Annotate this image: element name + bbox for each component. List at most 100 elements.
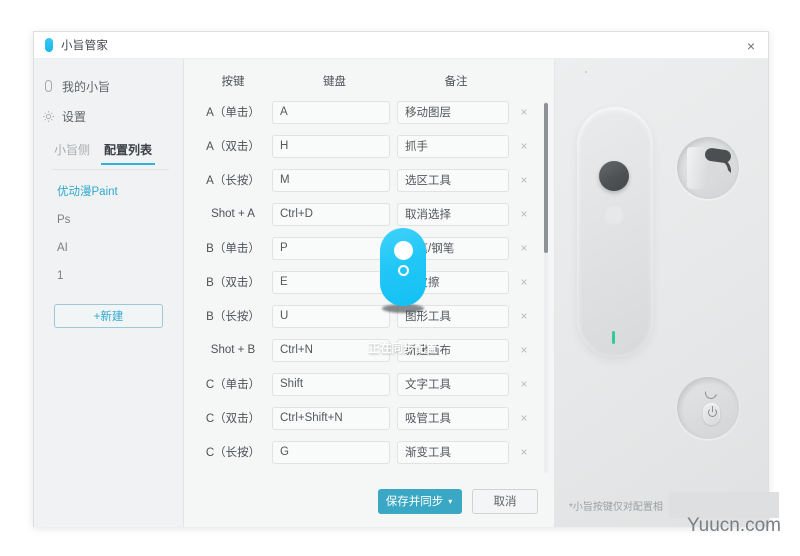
title-bar: 小旨管家 × <box>34 32 768 59</box>
keyboard-input[interactable]: E <box>272 270 390 294</box>
table-row: B（双击） E 橡皮擦 × <box>194 265 554 299</box>
keyboard-input[interactable]: U <box>272 304 390 328</box>
delete-row-icon[interactable]: × <box>509 309 539 323</box>
keyboard-input[interactable]: H <box>272 134 390 158</box>
sidebar-item-settings-label: 设置 <box>62 109 87 124</box>
table-row: C（长按） G 渐变工具 × <box>194 435 554 469</box>
table-row: B（单击） P 画笔/钢笔 × <box>194 231 554 265</box>
device-icon <box>41 79 56 94</box>
device-panel-note: *小旨按键仅对配置相 <box>569 502 663 513</box>
remark-input[interactable]: 文字工具 <box>397 372 509 396</box>
window-title: 小旨管家 <box>61 40 109 52</box>
row-button-label: A（长按） <box>206 175 260 187</box>
table-scrollbar-track[interactable] <box>544 101 548 473</box>
row-button-label: Shot + A <box>211 208 255 220</box>
table-scrollbar-thumb[interactable] <box>544 103 548 253</box>
dialog-footer: 保存并同步 ▾ 取消 <box>184 475 554 527</box>
row-button-label: C（单击） <box>205 379 261 391</box>
save-and-sync-label: 保存并同步 <box>385 496 444 508</box>
keyboard-input[interactable]: M <box>272 168 390 192</box>
table-row: A（单击） A 移动图层 × <box>194 95 554 129</box>
delete-row-icon[interactable]: × <box>509 207 539 221</box>
row-button-label: A（双击） <box>206 141 260 153</box>
screenshot-root: 小旨管家 × 我的小旨 设置 小旨侧 配置列表 优动漫Paint Ps AI 1… <box>0 0 800 556</box>
app-window: 小旨管家 × 我的小旨 设置 小旨侧 配置列表 优动漫Paint Ps AI 1… <box>33 31 769 527</box>
delete-row-icon[interactable]: × <box>509 241 539 255</box>
chevron-down-icon: ▾ <box>448 496 453 506</box>
panel-speck <box>585 71 587 73</box>
device-secondary-button <box>603 204 625 226</box>
remark-input[interactable]: 移动图层 <box>397 100 509 124</box>
table-row: B（长按） U 图形工具 × <box>194 299 554 333</box>
row-button-label: C（长按） <box>205 447 261 459</box>
sidebar-item-settings[interactable]: 设置 <box>34 101 183 131</box>
keyboard-input[interactable]: Ctrl+Shift+N <box>272 406 390 430</box>
tab-config-list[interactable]: 配置列表 <box>101 141 156 165</box>
device-body-illustration <box>577 107 653 357</box>
keyboard-input[interactable]: G <box>272 440 390 464</box>
device-knob-icon <box>599 161 629 191</box>
column-header-button: 按键 <box>221 76 245 88</box>
remark-input[interactable]: 渐变工具 <box>397 440 509 464</box>
column-header-keyboard: 键盘 <box>323 76 346 88</box>
save-and-sync-button[interactable]: 保存并同步 ▾ <box>378 488 462 514</box>
table-row: Shot + B Ctrl+N 新建画布 × <box>194 333 554 367</box>
remark-input[interactable]: 画笔/钢笔 <box>397 236 509 260</box>
tab-device-side[interactable]: 小旨侧 <box>54 141 90 165</box>
table-scroll-area: A（单击） A 移动图层 × A（双击） H 抓手 × A（长按） M 选区工具 × Shot + AC… <box>184 95 554 475</box>
row-button-label: C（双击） <box>205 413 261 425</box>
delete-row-icon[interactable]: × <box>509 411 539 425</box>
table-row: A（双击） H 抓手 × <box>194 129 554 163</box>
device-led-indicator <box>612 331 615 344</box>
device-clip-inset <box>677 137 739 199</box>
delete-row-icon[interactable]: × <box>509 377 539 391</box>
delete-row-icon[interactable]: × <box>509 275 539 289</box>
delete-row-icon[interactable]: × <box>509 445 539 459</box>
remark-input[interactable]: 图形工具 <box>397 304 509 328</box>
keyboard-input[interactable]: Ctrl+N <box>272 338 390 362</box>
config-item-1[interactable]: 1 <box>34 262 183 290</box>
device-power-inset <box>677 377 739 439</box>
row-button-label: B（单击） <box>206 243 260 255</box>
table-row: Shot + A Ctrl+D 取消选择 × <box>194 197 554 231</box>
device-preview-panel: *小旨按键仅对配置相 <box>554 59 768 527</box>
remark-input[interactable]: 橡皮擦 <box>397 270 509 294</box>
config-list: 优动漫Paint Ps AI 1 <box>34 178 183 290</box>
keyboard-input[interactable]: Ctrl+D <box>272 202 390 226</box>
delete-row-icon[interactable]: × <box>509 343 539 357</box>
sidebar-tabs: 小旨侧 配置列表 <box>34 141 183 169</box>
close-icon[interactable]: × <box>734 32 768 59</box>
column-header-remark: 备注 <box>444 76 468 88</box>
keyboard-input[interactable]: Shift <box>272 372 390 396</box>
window-body: 我的小旨 设置 小旨侧 配置列表 优动漫Paint Ps AI 1 +新建 按键… <box>34 59 768 527</box>
cancel-button[interactable]: 取消 <box>472 488 538 514</box>
remark-input[interactable]: 取消选择 <box>397 202 509 226</box>
remark-input[interactable]: 吸管工具 <box>397 406 509 430</box>
delete-row-icon[interactable]: × <box>509 105 539 119</box>
row-button-label: A（单击） <box>206 107 260 119</box>
watermark-text: Yuucn.com <box>687 515 781 536</box>
table-row: C（单击） Shift 文字工具 × <box>194 367 554 401</box>
row-button-label: B（双击） <box>206 277 260 289</box>
gear-icon <box>41 109 56 124</box>
remark-input[interactable]: 新建画布 <box>397 338 509 362</box>
table-row: A（长按） M 选区工具 × <box>194 163 554 197</box>
keyboard-input[interactable]: A <box>272 100 390 124</box>
tab-divider <box>52 169 169 170</box>
row-button-label: Shot + B <box>210 344 256 356</box>
sidebar: 我的小旨 设置 小旨侧 配置列表 优动漫Paint Ps AI 1 +新建 <box>34 59 184 527</box>
config-item-youdongman-paint[interactable]: 优动漫Paint <box>34 178 183 206</box>
new-config-button[interactable]: +新建 <box>54 304 163 328</box>
config-item-ai[interactable]: AI <box>34 234 183 262</box>
remark-input[interactable]: 选区工具 <box>397 168 509 192</box>
table-rows: A（单击） A 移动图层 × A（双击） H 抓手 × A（长按） M 选区工具 × Shot + AC… <box>194 95 554 469</box>
sidebar-item-my-device[interactable]: 我的小旨 <box>34 71 183 101</box>
keyboard-input[interactable]: P <box>272 236 390 260</box>
config-table-panel: 按键 键盘 备注 A（单击） A 移动图层 × A（双击） H 抓手 × A（长按） M 选区工具 ×… <box>184 59 554 527</box>
delete-row-icon[interactable]: × <box>509 139 539 153</box>
remark-input[interactable]: 抓手 <box>397 134 509 158</box>
delete-row-icon[interactable]: × <box>509 173 539 187</box>
config-item-ps[interactable]: Ps <box>34 206 183 234</box>
table-header-row: 按键 键盘 备注 <box>184 59 554 95</box>
power-icon <box>708 406 717 417</box>
